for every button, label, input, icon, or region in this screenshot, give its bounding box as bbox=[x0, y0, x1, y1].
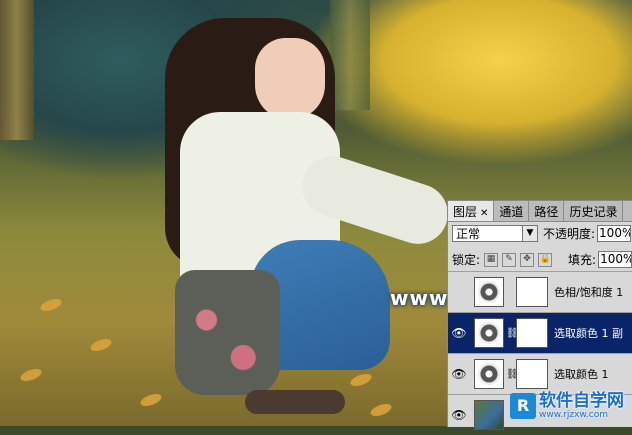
logo-url: www.rjzxw.com bbox=[539, 410, 608, 420]
close-icon[interactable]: ✕ bbox=[480, 208, 488, 219]
layer-mask bbox=[516, 359, 548, 389]
link-icon: ⛓ bbox=[506, 327, 519, 339]
layer-row[interactable]: 👁 ⛓ 选取颜色 1 副 bbox=[448, 312, 632, 353]
layer-name: 选取颜色 1 bbox=[554, 368, 609, 381]
fill-input[interactable]: 100% bbox=[598, 251, 632, 268]
fallen-leaf bbox=[18, 366, 44, 384]
lock-move-icon[interactable]: ✥ bbox=[520, 252, 535, 267]
woman-shoe bbox=[245, 390, 345, 414]
lock-transparent-icon[interactable]: ▦ bbox=[484, 252, 499, 267]
eye-icon[interactable]: 👁 bbox=[448, 326, 470, 340]
adjustment-icon bbox=[478, 363, 500, 385]
tab-paths[interactable]: 路径 bbox=[529, 201, 565, 221]
blend-mode-select[interactable]: 正常 ▼ bbox=[452, 225, 538, 242]
lock-label: 锁定: bbox=[452, 253, 481, 267]
adjustment-thumb bbox=[474, 318, 504, 348]
fallen-leaf bbox=[88, 336, 114, 354]
fallen-leaf bbox=[138, 391, 164, 409]
adjustment-thumb bbox=[474, 359, 504, 389]
site-logo: R 软件自学网 www.rjzxw.com bbox=[510, 392, 624, 420]
link-icon: ⛓ bbox=[506, 368, 519, 380]
logo-text: 软件自学网 www.rjzxw.com bbox=[539, 392, 624, 420]
tab-layers[interactable]: 图层 ✕ bbox=[448, 201, 495, 221]
opacity-input[interactable]: 100% bbox=[597, 225, 632, 242]
layer-row[interactable]: 色相/饱和度 1 bbox=[448, 271, 632, 312]
layer-mask bbox=[516, 277, 548, 307]
tab-channels[interactable]: 通道 bbox=[494, 201, 530, 221]
tab-label: 通道 bbox=[499, 205, 524, 219]
fallen-leaf bbox=[38, 296, 64, 314]
fallen-leaf bbox=[348, 371, 374, 389]
lock-brush-icon[interactable]: ✎ bbox=[502, 252, 517, 267]
blend-row: 正常 ▼ 不透明度: 100% bbox=[452, 225, 632, 242]
adjustment-icon bbox=[478, 281, 500, 303]
opacity-label: 不透明度: bbox=[543, 227, 596, 241]
tree-trunk bbox=[330, 0, 370, 110]
logo-icon: R bbox=[510, 393, 536, 419]
chevron-down-icon[interactable]: ▼ bbox=[522, 226, 537, 241]
blend-mode-value: 正常 bbox=[456, 227, 481, 241]
lock-all-icon[interactable]: 🔒 bbox=[538, 252, 553, 267]
woman-skirt bbox=[175, 270, 280, 395]
fill-label: 填充: bbox=[568, 253, 597, 267]
tree-trunk bbox=[0, 0, 34, 140]
layer-mask bbox=[516, 318, 548, 348]
layer-row[interactable]: 👁 ⛓ 选取颜色 1 bbox=[448, 353, 632, 394]
tab-label: 图层 bbox=[453, 205, 478, 219]
tab-label: 路径 bbox=[534, 205, 559, 219]
logo-title: 软件自学网 bbox=[539, 391, 624, 411]
eye-icon[interactable]: 👁 bbox=[448, 367, 470, 381]
tab-history[interactable]: 历史记录 bbox=[564, 201, 624, 221]
fallen-leaf bbox=[368, 401, 394, 419]
adjustment-thumb bbox=[474, 277, 504, 307]
layer-name: 色相/饱和度 1 bbox=[554, 286, 624, 299]
eye-icon[interactable]: 👁 bbox=[448, 408, 470, 422]
woman-face bbox=[255, 38, 325, 120]
adjustment-icon bbox=[478, 322, 500, 344]
layer-name: 选取颜色 1 副 bbox=[554, 327, 623, 340]
tab-label: 历史记录 bbox=[569, 205, 618, 219]
panel-tabs: 图层 ✕ 通道 路径 历史记录 bbox=[448, 201, 632, 222]
lock-row: 锁定: ▦ ✎ ✥ 🔒 填充: 100% bbox=[452, 251, 632, 268]
